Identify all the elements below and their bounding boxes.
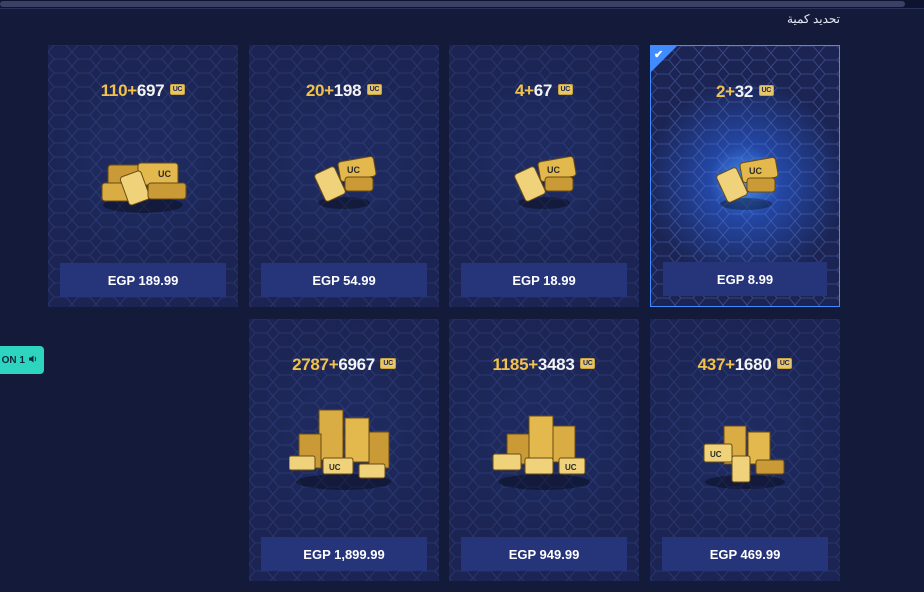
uc-badge-icon: UC [169,84,186,95]
uc-coins-icon: UC [314,156,377,209]
horizontal-scrollbar[interactable] [0,0,924,9]
uc-badge-icon: UC [380,358,396,369]
uc-badge-icon: UC [776,358,793,369]
uc-pack-card[interactable]: 2787+6967 UC UC EGP 1,899.99 [249,319,439,581]
svg-text:UC: UC [565,463,577,472]
uc-badge-icon: UC [557,84,574,95]
audio-side-tab[interactable]: ON 1 [0,346,44,374]
svg-text:UC: UC [710,450,722,459]
checkmark-icon: ✔ [654,49,664,61]
uc-pack-card[interactable]: 20+198 UC UC EGP 54.99 [249,45,439,307]
uc-coins-icon: UC [716,157,779,210]
uc-pack-card-selected[interactable]: ✔ 2+32 UC UC EGP 8.99 [650,45,840,307]
price-button[interactable]: EGP 949.99 [461,537,627,571]
price-button[interactable]: EGP 18.99 [461,263,627,297]
price-button[interactable]: EGP 469.99 [662,537,828,571]
uc-coins-icon: UC [514,156,577,209]
uc-amount: 110+697 UC [48,81,238,101]
uc-amount: 1185+3483 UC [449,355,639,375]
uc-badge-icon: UC [758,85,775,96]
svg-text:UC: UC [329,463,341,472]
speaker-icon [28,354,38,367]
uc-badge-icon: UC [366,84,383,95]
uc-pack-card[interactable]: 1185+3483 UC UC EGP 949.99 [449,319,639,581]
uc-amount: 437+1680 UC [650,355,840,375]
uc-badge-icon: UC [579,358,596,369]
uc-coins-icon: UC [101,162,187,213]
svg-text:UC: UC [749,166,762,176]
uc-amount: 2787+6967 UC [249,355,439,375]
svg-text:UC: UC [547,165,560,175]
price-button[interactable]: EGP 8.99 [663,262,827,296]
price-button[interactable]: EGP 189.99 [60,263,226,297]
section-title: تحديد كمية [786,12,840,26]
uc-amount: 2+32 UC [651,82,839,102]
price-button[interactable]: EGP 54.99 [261,263,427,297]
uc-coins-icon: UC [703,425,785,489]
uc-pack-card[interactable]: 110+697 UC UC EGP 189.99 [48,45,238,307]
uc-pack-card[interactable]: 4+67 UC UC EGP 18.99 [449,45,639,307]
svg-text:UC: UC [158,169,171,179]
uc-pack-card[interactable]: 437+1680 UC UC EGP 469.99 [650,319,840,581]
scrollbar-thumb[interactable] [0,1,905,7]
uc-coins-icon: UC [289,409,392,490]
side-tab-label: ON 1 [1,354,25,366]
price-button[interactable]: EGP 1,899.99 [261,537,427,571]
uc-amount: 20+198 UC [249,81,439,101]
uc-coins-icon: UC [492,415,590,490]
svg-text:UC: UC [347,165,360,175]
uc-amount: 4+67 UC [449,81,639,101]
